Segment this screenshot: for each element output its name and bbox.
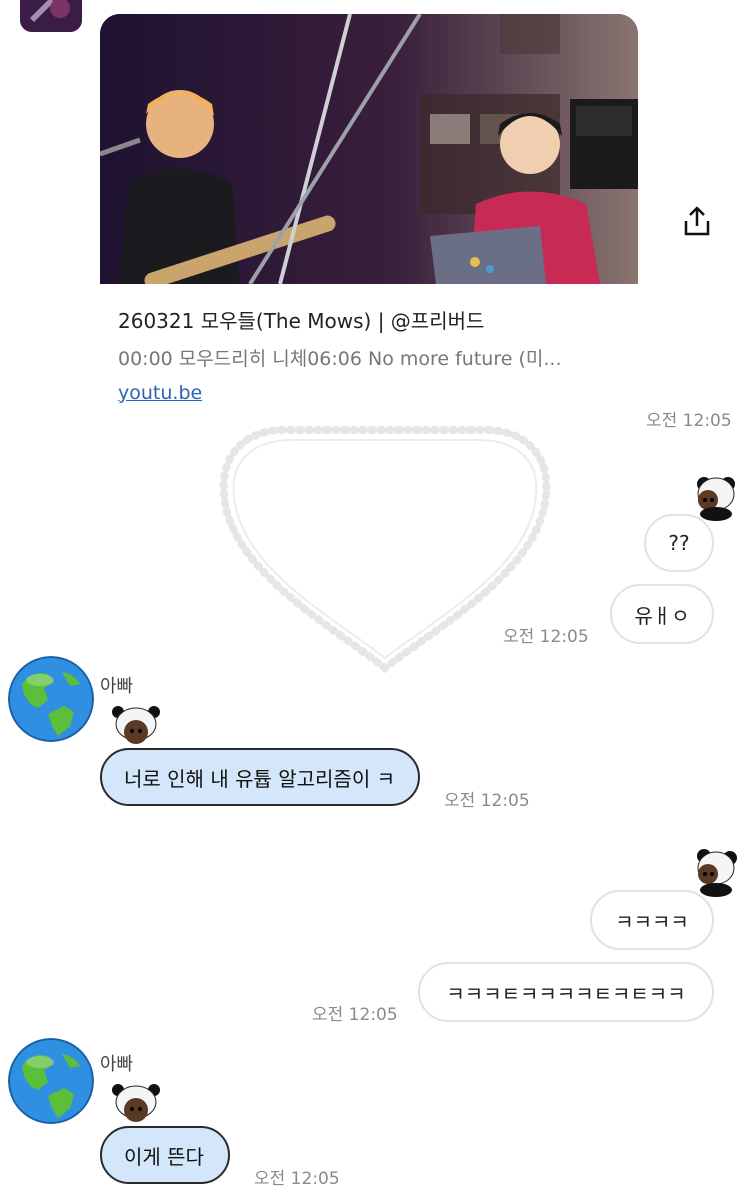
- sender-name: 아빠: [100, 1054, 134, 1075]
- timestamp: 오전 12:05: [646, 411, 732, 431]
- link-description: 00:00 모우드리히 니체06:06 No more future (미...: [118, 348, 562, 370]
- link-url[interactable]: youtu.be: [118, 382, 202, 404]
- link-title[interactable]: 260321 모우들(The Mows) | @프리버드: [118, 305, 484, 334]
- timestamp: 오전 12:05: [312, 1005, 398, 1025]
- message-bubble[interactable]: ??: [644, 514, 714, 572]
- globe-avatar-icon[interactable]: [8, 1038, 94, 1124]
- globe-avatar-icon[interactable]: [8, 656, 94, 742]
- panda-sticker-icon: [684, 846, 740, 898]
- message-bubble[interactable]: 유ㅐㅇ: [610, 584, 714, 644]
- timestamp: 오전 12:05: [254, 1169, 340, 1189]
- message-bubble[interactable]: 이게 뜬다: [100, 1126, 230, 1184]
- timestamp: 오전 12:05: [503, 627, 589, 647]
- timestamp: 오전 12:05: [444, 791, 530, 811]
- link-preview-card[interactable]: [100, 14, 638, 284]
- share-icon[interactable]: [680, 204, 714, 238]
- message-bubble[interactable]: ㅋㅋㅋㅋ: [590, 890, 714, 950]
- video-thumbnail[interactable]: [100, 14, 638, 284]
- message-bubble[interactable]: ㅋㅋㅋㅌㅋㅋㅋㅋㅌㅋㅌㅋㅋ: [418, 962, 714, 1022]
- sender-name: 아빠: [100, 676, 134, 697]
- sender-avatar-top[interactable]: [20, 0, 82, 32]
- message-bubble[interactable]: 너로 인해 내 유튭 알고리즘이 ㅋ: [100, 748, 420, 806]
